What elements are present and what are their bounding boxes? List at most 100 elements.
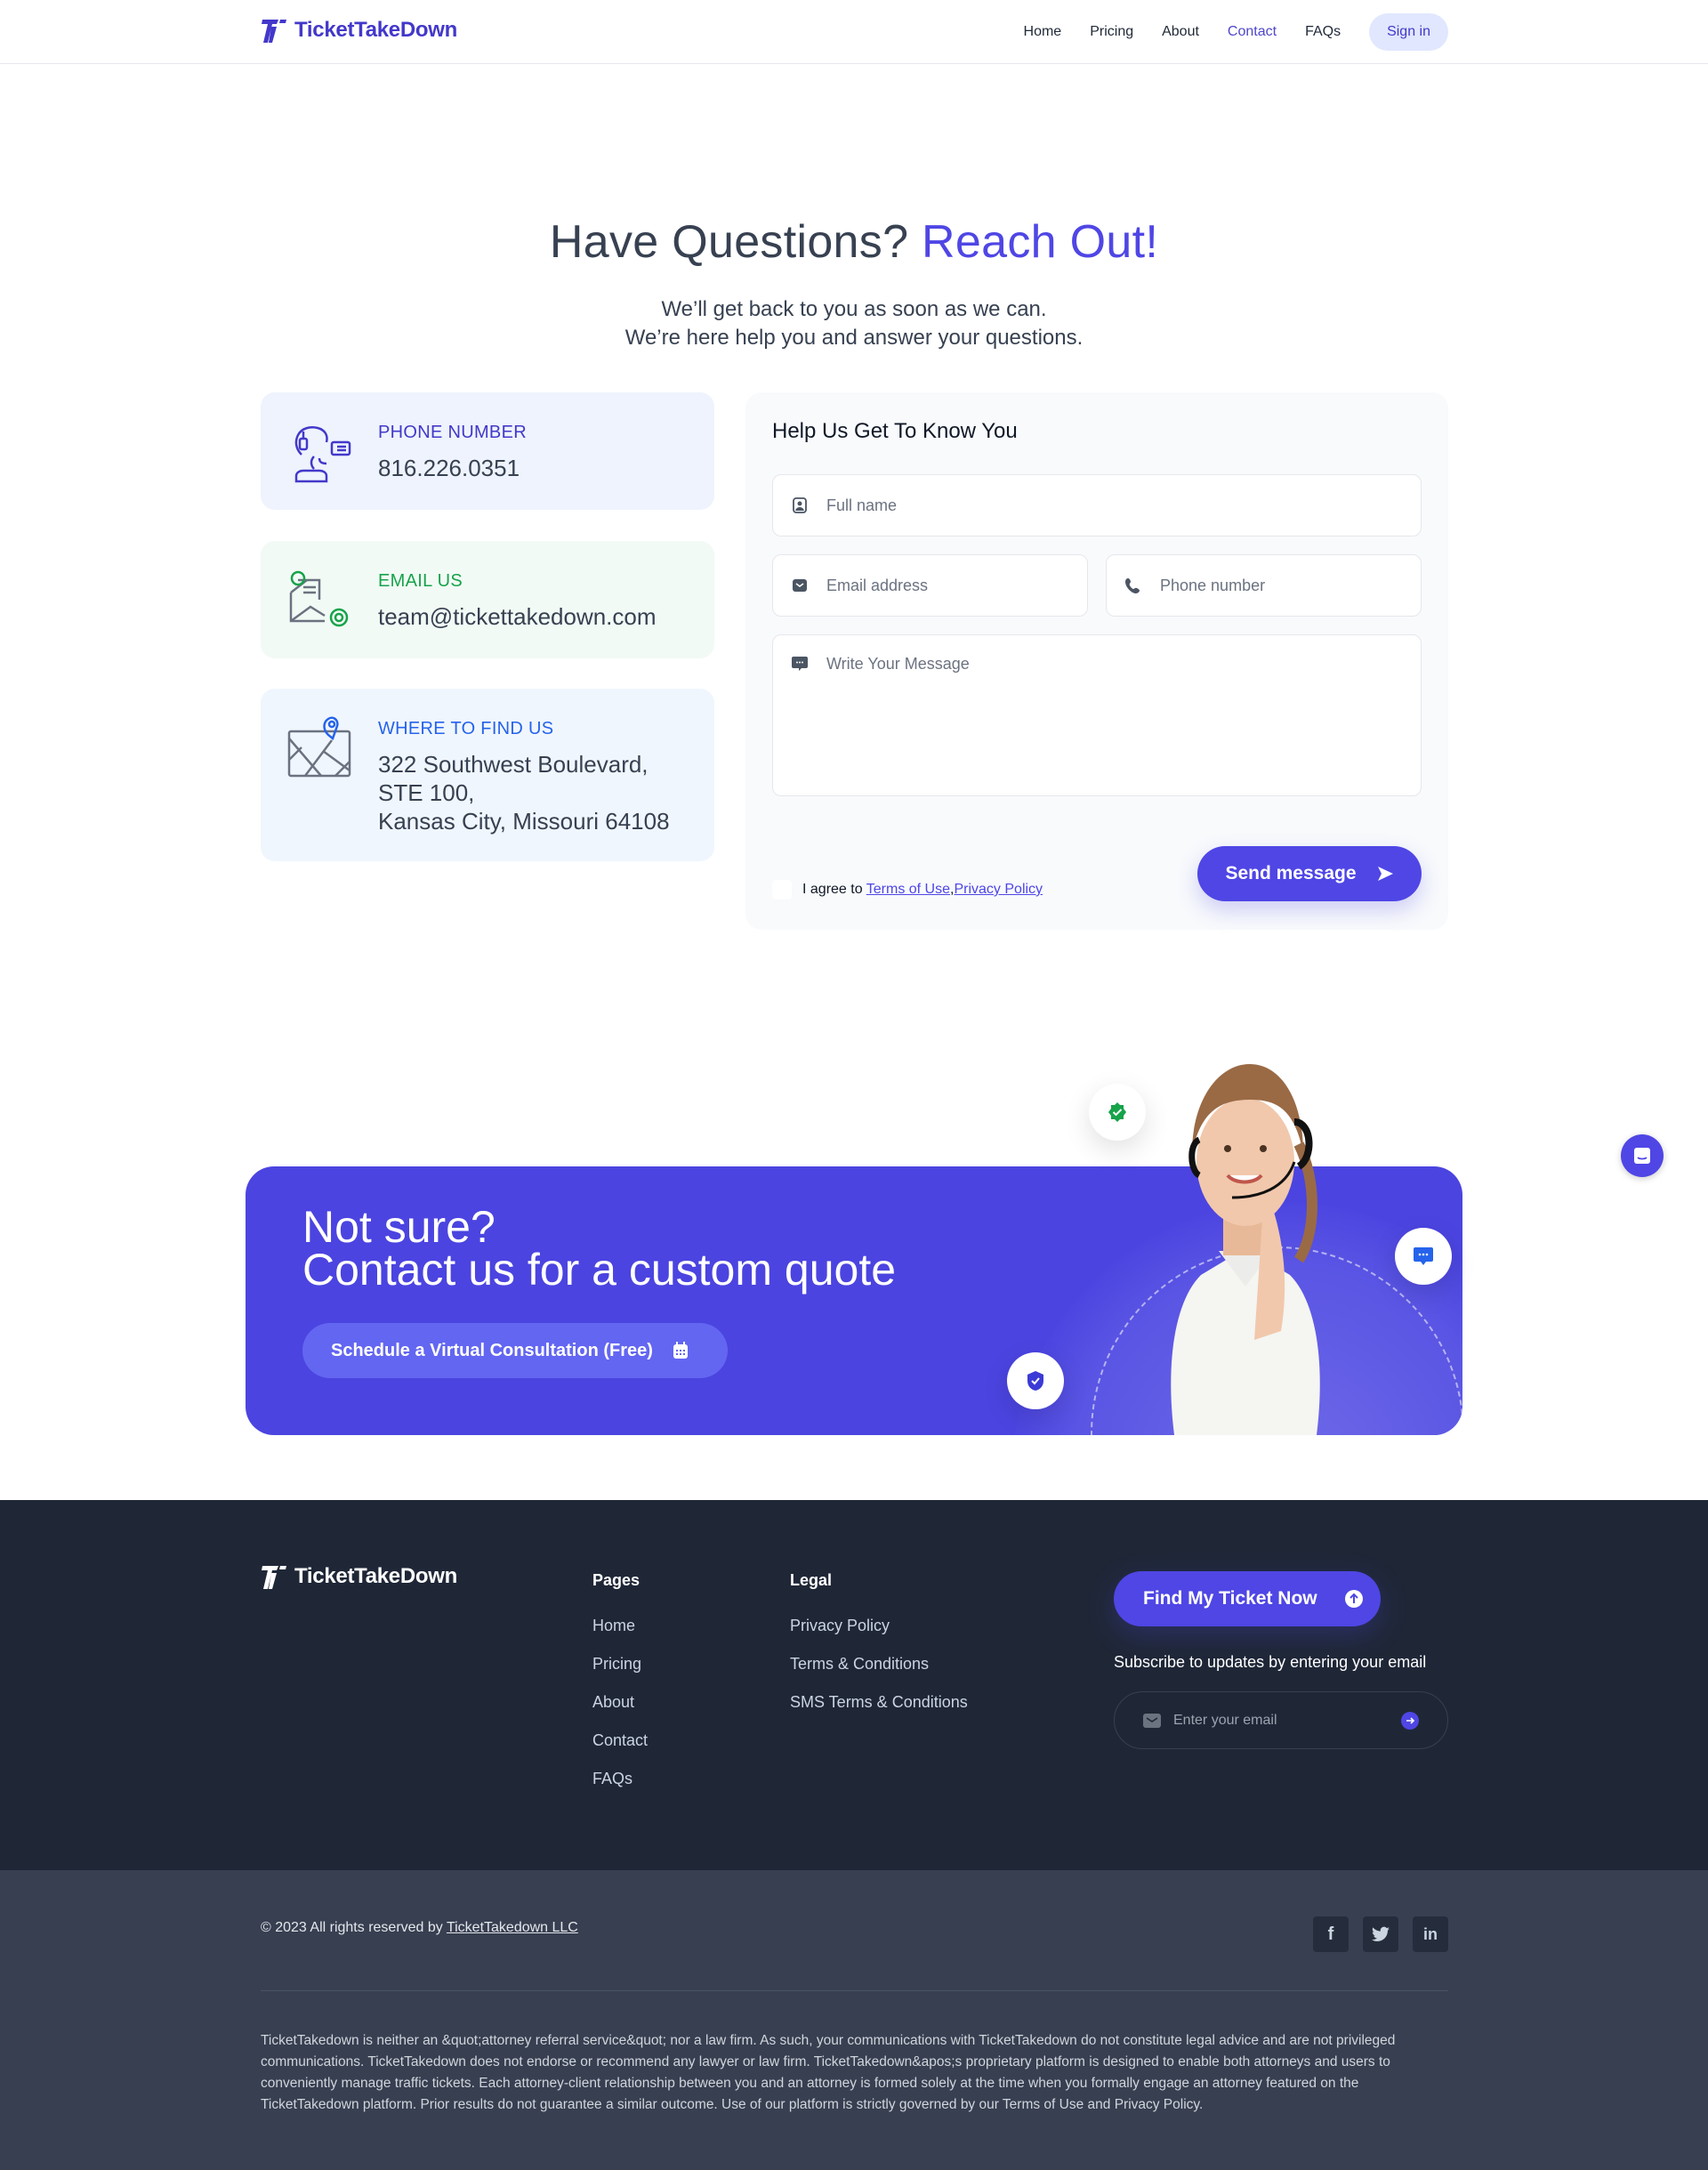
phone-info: PHONE NUMBER 816.226.0351	[378, 419, 527, 483]
hero: Have Questions? Reach Out! We’ll get bac…	[0, 64, 1708, 352]
footer-link-about[interactable]: About	[592, 1693, 648, 1712]
phone-icon	[1125, 578, 1140, 593]
contact-form: Help Us Get To Know You Full name Email …	[745, 392, 1448, 930]
subtitle-line-2: We’re here help you and answer your ques…	[624, 326, 1084, 350]
title-accent: Reach Out!	[922, 216, 1159, 268]
send-icon	[1377, 867, 1393, 881]
form-title: Help Us Get To Know You	[772, 419, 1018, 443]
message-badge	[1395, 1228, 1452, 1285]
linkedin-button[interactable]: in	[1413, 1916, 1448, 1952]
footer-brand-logo[interactable]: TicketTakeDown	[261, 1562, 457, 1591]
schedule-consultation-button[interactable]: Schedule a Virtual Consultation (Free)	[302, 1323, 728, 1378]
footer-brand-name: TicketTakeDown	[294, 1564, 457, 1588]
phone-value[interactable]: 816.226.0351	[378, 454, 527, 482]
signin-button[interactable]: Sign in	[1369, 13, 1448, 51]
find-my-ticket-button[interactable]: Find My Ticket Now	[1114, 1571, 1381, 1626]
address-card: WHERE TO FIND US 322 Southwest Boulevard…	[261, 689, 714, 861]
subscribe-placeholder: Enter your email	[1173, 1712, 1277, 1728]
support-agent-icon	[294, 426, 351, 483]
footer-divider	[261, 1990, 1448, 1991]
email-info: EMAIL US team@tickettakedown.com	[378, 568, 657, 632]
map-pin-icon	[287, 716, 351, 778]
nav-faqs[interactable]: FAQs	[1291, 13, 1355, 51]
linkedin-icon: in	[1423, 1924, 1438, 1943]
nav-pricing[interactable]: Pricing	[1076, 13, 1148, 51]
nav-links: Home Pricing About Contact FAQs Sign in	[1010, 13, 1448, 51]
verified-icon	[1108, 1102, 1126, 1122]
send-message-button[interactable]: Send message	[1197, 846, 1422, 901]
email-card: EMAIL US team@tickettakedown.com	[261, 541, 714, 658]
cta-section: Not sure? Contact us for a custom quote S…	[0, 966, 1708, 1500]
address-line-3: Kansas City, Missouri 64108	[378, 808, 670, 835]
subscribe-submit-button[interactable]	[1401, 1711, 1419, 1730]
mail-icon	[1143, 1713, 1161, 1728]
message-dots-icon	[1414, 1247, 1433, 1265]
nav-contact[interactable]: Contact	[1213, 13, 1291, 51]
terms-link[interactable]: Terms of Use	[866, 882, 950, 897]
email-value[interactable]: team@tickettakedown.com	[378, 602, 657, 631]
subscribe-email-input[interactable]: Enter your email	[1114, 1691, 1448, 1749]
support-agent-photo	[1171, 1064, 1320, 1435]
address-line-2: STE 100,	[378, 779, 475, 806]
email-settings-icon	[289, 570, 349, 627]
fullname-placeholder: Full name	[826, 496, 898, 514]
arrow-up-circle-icon	[1344, 1590, 1363, 1608]
email-field[interactable]: Email address	[772, 554, 1088, 617]
footer: TicketTakeDown Pages Home Pricing About …	[0, 1500, 1708, 1870]
twitter-button[interactable]	[1363, 1916, 1398, 1952]
footer-legal-column: Legal Privacy Policy Terms & Conditions …	[790, 1571, 968, 1731]
footer-link-contact[interactable]: Contact	[592, 1731, 648, 1750]
footer-link-terms[interactable]: Terms & Conditions	[790, 1655, 968, 1674]
phone-card: PHONE NUMBER 816.226.0351	[261, 392, 714, 510]
shield-check-icon	[1027, 1371, 1043, 1391]
agree-prefix: I agree to	[802, 882, 863, 897]
phone-field[interactable]: Phone number	[1106, 554, 1422, 617]
message-placeholder: Write Your Message	[826, 655, 970, 673]
nav-home[interactable]: Home	[1010, 13, 1076, 51]
nav-about[interactable]: About	[1148, 13, 1213, 51]
address-value: 322 Southwest Boulevard, STE 100, Kansas C…	[378, 750, 670, 835]
page-title: Have Questions? Reach Out!	[0, 215, 1708, 269]
facebook-button[interactable]: f	[1313, 1916, 1349, 1952]
verified-badge	[1089, 1084, 1146, 1141]
pages-heading: Pages	[592, 1571, 640, 1589]
fullname-field[interactable]: Full name	[772, 474, 1422, 536]
footer-link-privacy[interactable]: Privacy Policy	[790, 1617, 968, 1635]
twitter-icon	[1372, 1926, 1390, 1941]
title-main: Have Questions?	[549, 216, 909, 268]
brand-logo[interactable]: TicketTakeDown	[261, 16, 457, 44]
cta-title: Not sure? Contact us for a custom quote	[302, 1205, 896, 1292]
footer-logo-icon	[262, 1566, 286, 1589]
subscribe-label: Subscribe to updates by entering your em…	[1114, 1653, 1427, 1671]
phone-placeholder: Phone number	[1160, 576, 1266, 594]
company-link[interactable]: TicketTakedown LLC	[447, 1920, 578, 1935]
shield-badge	[1007, 1352, 1064, 1409]
agree-checkbox[interactable]	[772, 880, 792, 899]
address-line-1: 322 Southwest Boulevard,	[378, 751, 649, 778]
contact-section: PHONE NUMBER 816.226.0351 EMAIL US team@…	[0, 352, 1708, 1177]
schedule-label: Schedule a Virtual Consultation (Free)	[331, 1340, 653, 1360]
legal-heading: Legal	[790, 1571, 833, 1589]
user-icon	[793, 497, 807, 513]
footer-bottom: © 2023 All rights reserved by TicketTake…	[0, 1870, 1708, 2170]
address-info: WHERE TO FIND US 322 Southwest Boulevard…	[378, 715, 670, 835]
subtitle-line-1: We’ll get back to you as soon as we can.	[661, 297, 1047, 321]
email-placeholder: Email address	[826, 576, 929, 594]
brand-name: TicketTakeDown	[294, 18, 457, 42]
footer-link-pricing[interactable]: Pricing	[592, 1655, 648, 1674]
agree-text: I agree to Terms of Use,Privacy Policy	[802, 882, 1043, 898]
logo-icon	[262, 20, 286, 43]
contact-row: Email address Phone number	[772, 554, 1422, 617]
privacy-link[interactable]: Privacy Policy	[954, 882, 1043, 897]
copyright: © 2023 All rights reserved by TicketTake…	[261, 1920, 578, 1936]
cta-line-2: Contact us for a custom quote	[302, 1245, 897, 1295]
footer-pages-column: Pages Home Pricing About Contact FAQs	[592, 1571, 648, 1808]
copyright-text: © 2023 All rights reserved by	[261, 1920, 443, 1935]
message-field[interactable]: Write Your Message	[772, 634, 1422, 796]
arrow-right-icon	[1406, 1716, 1415, 1724]
footer-link-faqs[interactable]: FAQs	[592, 1770, 648, 1788]
chat-icon	[792, 657, 808, 671]
footer-link-sms-terms[interactable]: SMS Terms & Conditions	[790, 1693, 968, 1712]
footer-link-home[interactable]: Home	[592, 1617, 648, 1635]
phone-label: PHONE NUMBER	[378, 423, 527, 442]
